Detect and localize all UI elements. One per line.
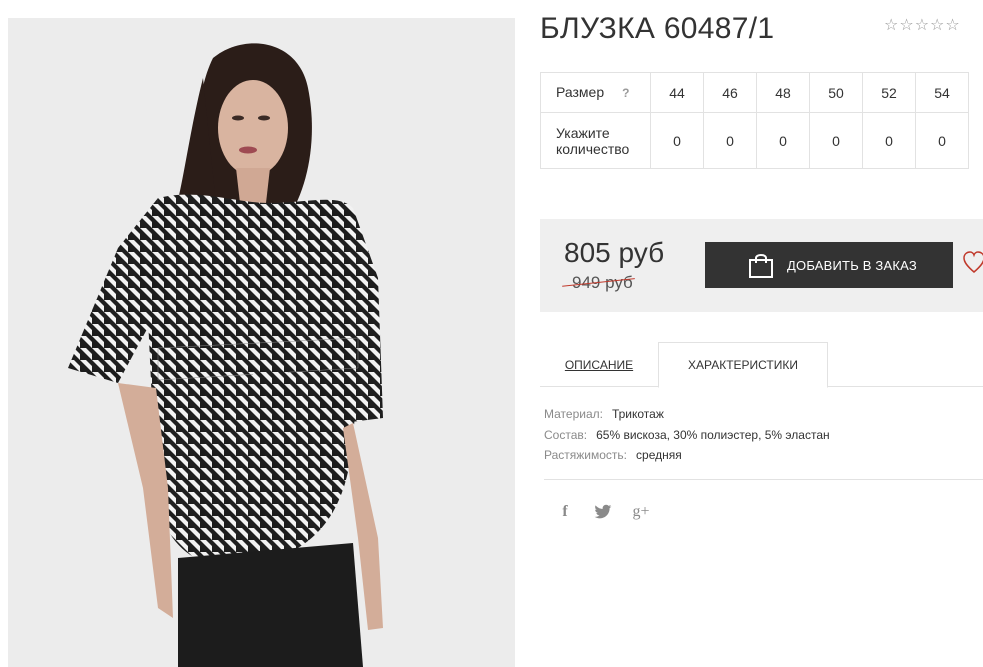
divider (544, 479, 983, 480)
characteristics-list: Материал: Трикотаж Состав: 65% вискоза, 30… (544, 404, 830, 466)
size-row: Размер? 44 46 48 50 52 54 (540, 72, 969, 113)
size-cell: 50 (809, 72, 863, 113)
quantity-label: Укажите количество (540, 112, 651, 169)
star-icon[interactable]: ☆ (930, 18, 944, 34)
product-tabs: ОПИСАНИЕ ХАРАКТЕРИСТИКИ (540, 342, 983, 388)
characteristic-value: 65% вискоза, 30% полиэстер, 5% эластан (596, 427, 830, 442)
old-price: 949 руб (572, 273, 633, 292)
size-cell: 46 (703, 72, 757, 113)
characteristic-key: Растяжимость: (544, 448, 628, 462)
star-icon[interactable]: ☆ (945, 18, 959, 34)
tab-characteristics[interactable]: ХАРАКТЕРИСТИКИ (658, 342, 828, 388)
quantity-input[interactable]: 0 (756, 112, 810, 169)
characteristic-value: средняя (636, 448, 682, 462)
size-cell: 54 (915, 72, 969, 113)
rating-stars[interactable]: ☆ ☆ ☆ ☆ ☆ (884, 18, 960, 34)
quantity-input[interactable]: 0 (809, 112, 863, 169)
characteristic-value: Трикотаж (611, 407, 664, 421)
quantity-input[interactable]: 0 (650, 112, 704, 169)
size-cell: 44 (650, 72, 704, 113)
quantity-input[interactable]: 0 (862, 112, 916, 169)
heart-icon[interactable] (963, 250, 983, 276)
googleplus-icon[interactable]: g+ (632, 503, 650, 521)
quantity-input[interactable]: 0 (915, 112, 969, 169)
star-icon[interactable]: ☆ (899, 18, 913, 34)
add-to-order-button[interactable]: ДОБАВИТЬ В ЗАКАЗ (705, 242, 953, 288)
price-panel: 805 руб 949 руб ДОБАВИТЬ В ЗАКАЗ (540, 219, 983, 312)
social-share: f g+ (556, 503, 650, 521)
quantity-input[interactable]: 0 (703, 112, 757, 169)
size-cell: 52 (862, 72, 916, 113)
shopping-bag-icon (749, 254, 773, 278)
list-item: Материал: Трикотаж (544, 404, 830, 425)
twitter-icon[interactable] (594, 504, 612, 520)
size-label: Размер (556, 84, 605, 100)
characteristic-key: Состав: (544, 427, 588, 442)
characteristic-key: Материал: (544, 407, 603, 421)
current-price: 805 руб (564, 237, 665, 268)
size-cell: 48 (756, 72, 810, 113)
quantity-row: Укажите количество 0 0 0 0 0 0 (540, 112, 969, 169)
list-item: Состав: 65% вискоза, 30% полиэстер, 5% эл… (544, 425, 830, 446)
star-icon[interactable]: ☆ (884, 18, 898, 34)
tab-description[interactable]: ОПИСАНИЕ (540, 342, 658, 387)
add-to-order-label: ДОБАВИТЬ В ЗАКАЗ (787, 257, 917, 273)
facebook-icon[interactable]: f (556, 503, 574, 521)
product-photo[interactable] (8, 18, 515, 667)
list-item: Растяжимость: средняя (544, 445, 830, 466)
size-table: Размер? 44 46 48 50 52 54 Укажите количе… (540, 72, 969, 169)
product-title: БЛУЗКА 60487/1 (540, 12, 775, 45)
size-help-icon[interactable]: ? (622, 85, 629, 101)
star-icon[interactable]: ☆ (915, 18, 929, 34)
